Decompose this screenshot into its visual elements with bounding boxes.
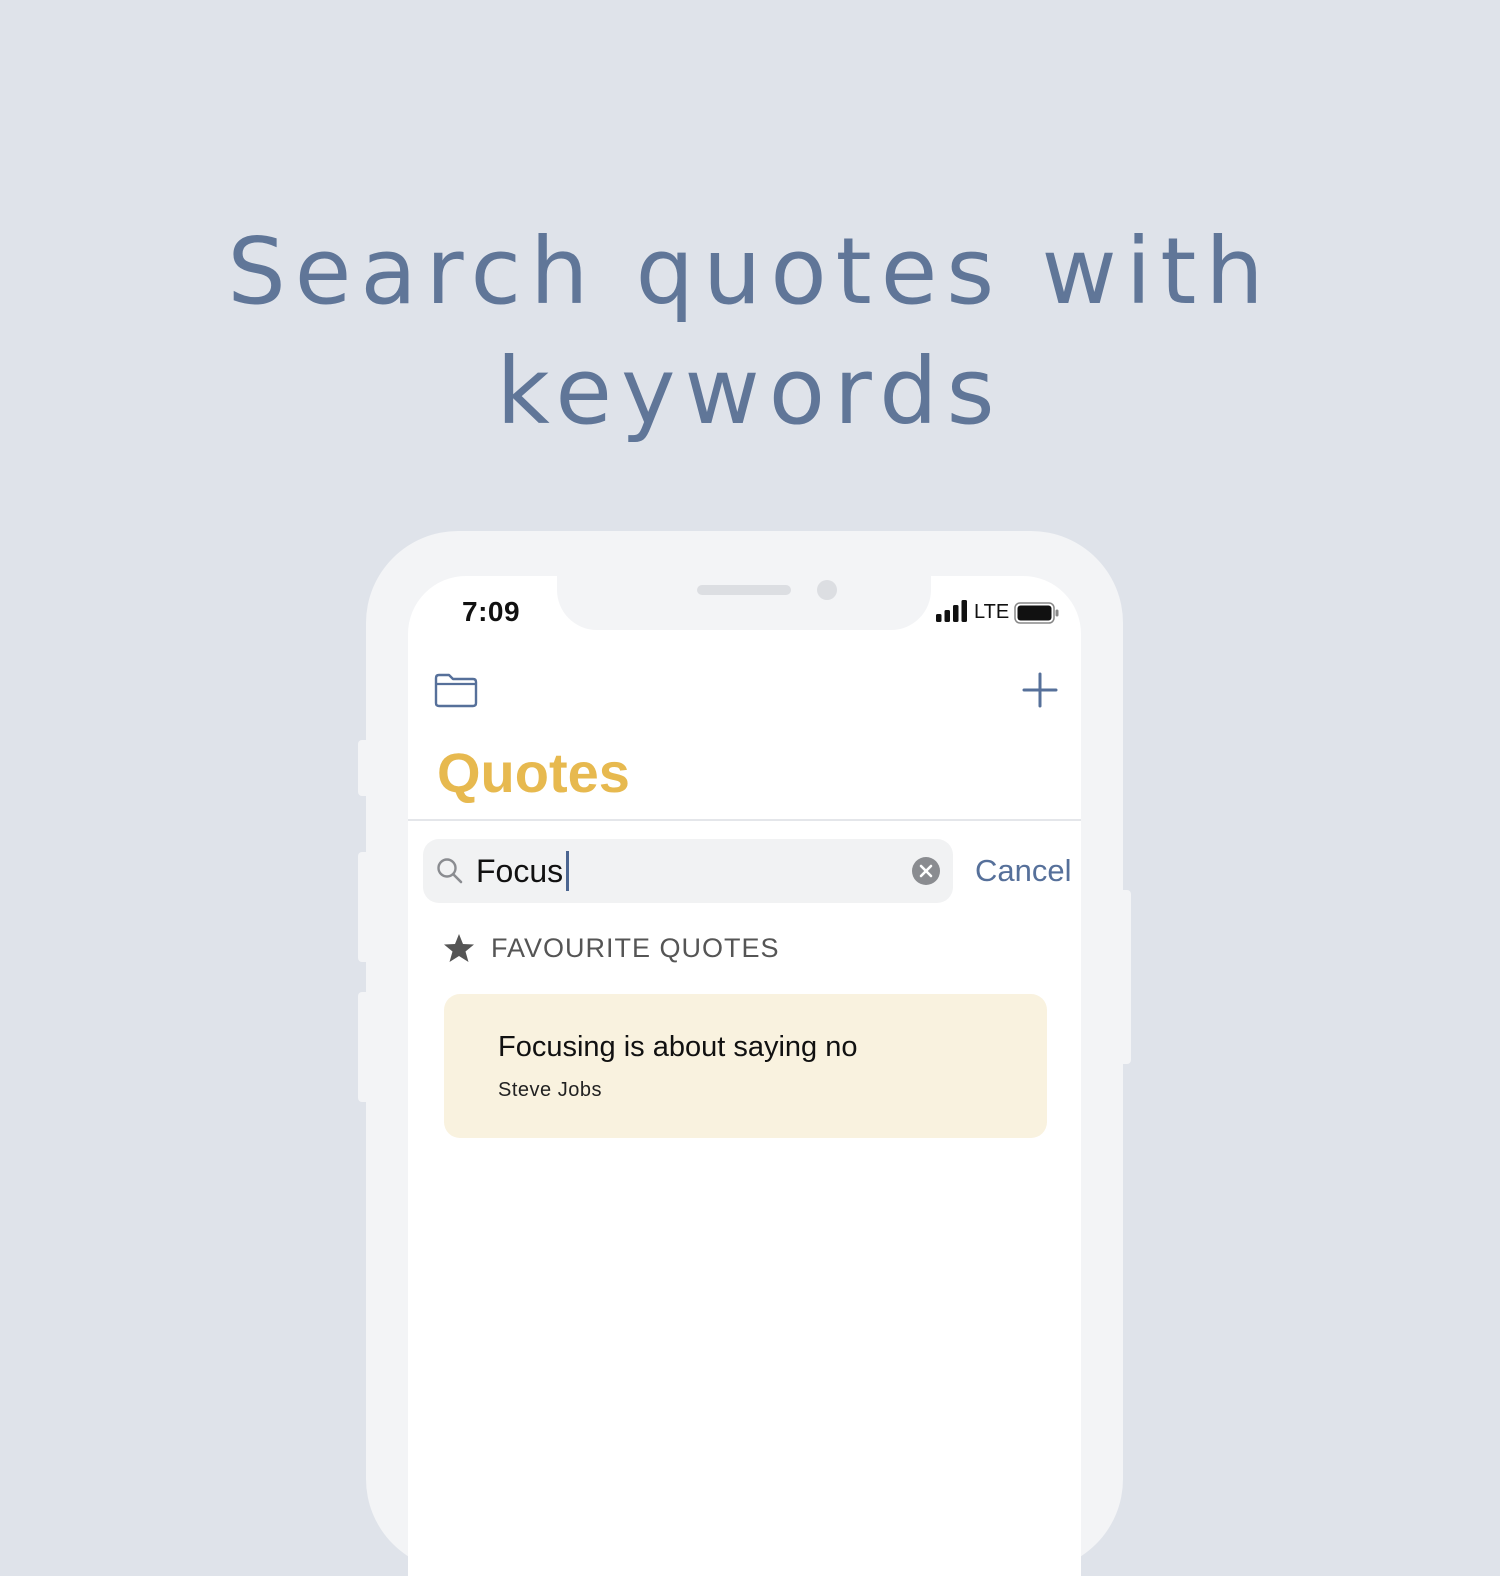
status-time: 7:09 <box>462 596 521 627</box>
network-type: LTE <box>974 601 1010 623</box>
cancel-button[interactable]: Cancel <box>975 851 1072 891</box>
phone-notch <box>557 576 931 630</box>
search-icon <box>437 858 463 884</box>
battery-icon <box>1014 602 1059 624</box>
search-field[interactable]: Focus <box>423 839 953 903</box>
quote-card[interactable]: Focusing is about saying no Steve Jobs <box>444 994 1047 1138</box>
headline-line-2: keywords <box>496 338 1004 445</box>
signal-bars-icon <box>936 600 967 622</box>
folders-button[interactable] <box>434 672 478 708</box>
page-title: Quotes <box>437 741 630 804</box>
search-input[interactable]: Focus <box>476 851 570 891</box>
plus-icon <box>1022 672 1058 708</box>
quote-text: Focusing is about saying no <box>498 1031 858 1063</box>
front-camera <box>817 580 837 600</box>
speaker-grille <box>697 585 791 595</box>
headline: Search quotes with keywords <box>0 212 1500 452</box>
header-divider <box>408 819 1081 821</box>
headline-line-1: Search quotes with <box>227 218 1273 325</box>
add-quote-button[interactable] <box>1020 670 1060 710</box>
clear-icon[interactable] <box>911 856 941 886</box>
phone-screen: 7:09 LTE Quotes Focus Cancel FAVOURITE Q… <box>408 576 1081 1576</box>
star-icon <box>444 934 474 962</box>
folder-icon <box>434 673 478 708</box>
quote-author: Steve Jobs <box>498 1079 602 1101</box>
section-label: FAVOURITE QUOTES <box>491 933 780 963</box>
